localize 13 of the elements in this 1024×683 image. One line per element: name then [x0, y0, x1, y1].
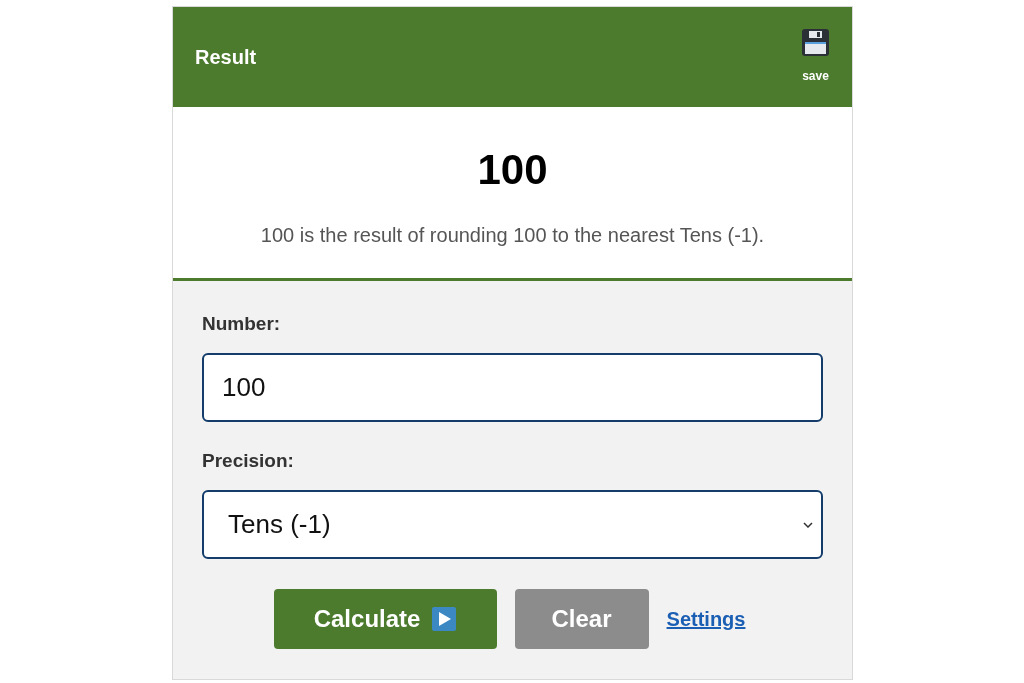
calculate-button[interactable]: Calculate [273, 589, 497, 649]
settings-link[interactable]: Settings [666, 604, 746, 634]
save-button[interactable]: save [802, 28, 829, 82]
clear-button[interactable]: Clear [514, 589, 649, 649]
result-explanation: 100 is the result of rounding 100 to the nearest Tens (-1). [260, 225, 765, 245]
field-label: Precision: [202, 451, 294, 470]
chevron-down-icon [803, 521, 813, 528]
play-icon [432, 607, 457, 631]
field-label: Number: [202, 314, 281, 333]
result-value: 100 [477, 149, 548, 191]
number-input-field[interactable]: 100 [202, 353, 823, 422]
precision-select[interactable]: Tens (-1) [202, 490, 823, 559]
header-title: Result [195, 45, 257, 70]
